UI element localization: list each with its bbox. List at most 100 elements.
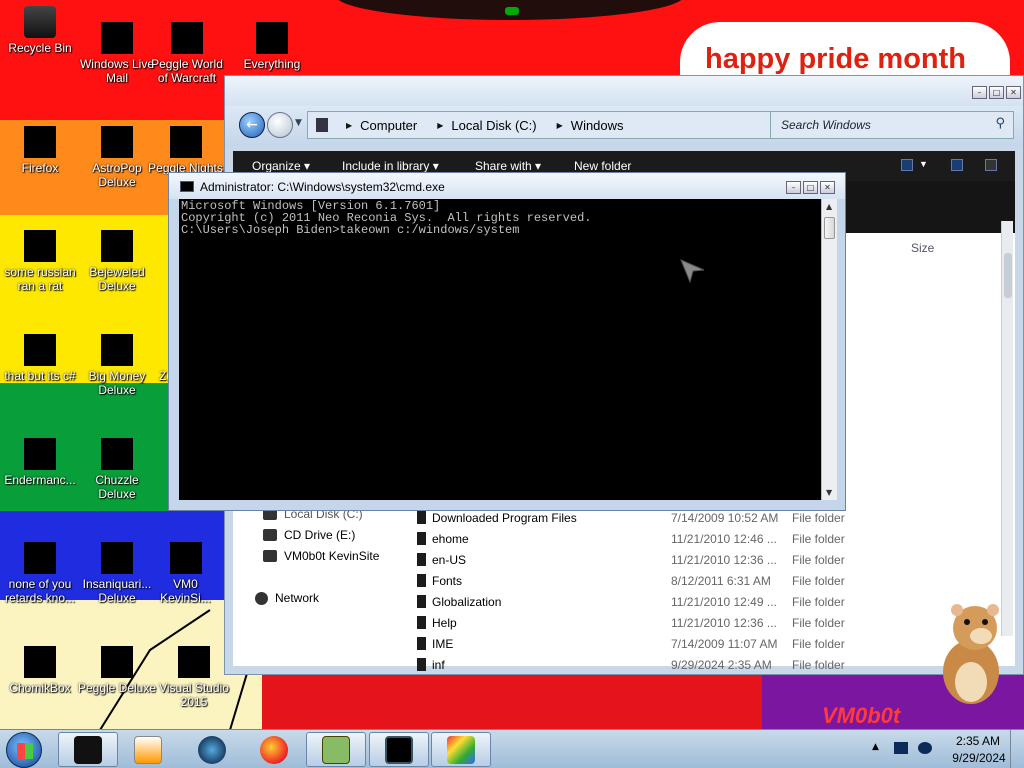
chevron-right-icon: ▶ [437,120,444,130]
taskbar-item-chomikbox[interactable] [306,732,366,767]
black-box-icon [74,735,102,764]
desktop-icon-astropop[interactable]: AstroPop Deluxe [77,126,157,189]
recent-pages-dropdown[interactable]: ▼ [295,118,302,128]
taskbar-item-cmd[interactable] [369,732,429,767]
show-hidden-icons-button[interactable]: ▲ [872,742,879,752]
file-row[interactable]: Downloaded Program Files 7/14/2009 10:52 … [411,508,1011,529]
share-with-button[interactable]: Share with ▾ [475,159,541,173]
file-row[interactable]: IME 7/14/2009 11:07 AM File folder [411,634,1011,655]
clock-date[interactable]: 9/29/2024 [944,751,1014,765]
breadcrumb-label: Local Disk (C:) [451,117,537,133]
taskbar-item-recycle[interactable] [58,732,118,767]
desktop-icon-windows-live-mail[interactable]: Windows Live Mail [77,22,157,85]
scroll-up-icon[interactable]: ▲ [826,202,832,211]
chevron-right-icon: ▶ [346,120,353,130]
desktop-icon-label: Bejeweled Deluxe [89,265,145,293]
file-row[interactable]: Help 11/21/2010 12:36 ... File folder [411,613,1011,634]
new-folder-button[interactable]: New folder [574,159,631,173]
breadcrumb-label: Windows [570,117,624,133]
peggle-icon [101,646,133,678]
maximize-button[interactable]: □ [803,181,818,194]
program-icon [24,334,56,366]
desktop-icon-vm0-kevinsite[interactable]: VM0 KevinSi... [147,542,224,605]
breadcrumb-local-disk[interactable]: ▶ Local Disk (C:) [427,118,546,133]
file-name: inf [432,658,445,672]
file-row[interactable]: en-US 11/21/2010 12:36 ... File folder [411,550,1011,571]
taskbar-item-globe[interactable] [182,732,242,767]
start-button[interactable] [6,732,42,768]
big-money-icon [101,334,133,366]
desktop-icon-chomikbox[interactable]: ChomikBox [0,646,80,695]
desktop-icon-bejeweled[interactable]: Bejeweled Deluxe [77,230,157,293]
nav-item-vm0b0t-kevinsite[interactable]: VM0b0t KevinSite [263,549,379,563]
scroll-down-icon[interactable]: ▼ [826,488,832,497]
file-date: 9/29/2024 2:35 AM [671,658,772,672]
file-name: en-US [432,553,467,567]
cmd-titlebar[interactable]: Administrator: C:\Windows\system32\cmd.e… [169,173,845,199]
recycle-bin-icon [24,6,56,38]
cmd-window[interactable]: Administrator: C:\Windows\system32\cmd.e… [168,172,846,511]
hamster-icon [943,604,999,704]
folder-icon [417,595,426,608]
folder-icon [417,532,426,545]
scroll-thumb[interactable] [824,217,835,239]
organize-button[interactable]: Organize ▾ [252,159,310,173]
maximize-button[interactable]: □ [989,86,1004,99]
preview-pane-icon[interactable] [951,159,963,171]
search-app-icon [256,22,288,54]
desktop-icon-peggle-deluxe[interactable]: Peggle Deluxe [77,646,157,695]
console-line: C:\Users\Joseph Biden>takeown c:/windows… [181,223,520,237]
taskbar-item-paint[interactable] [431,732,491,767]
desktop-icon-endermanch[interactable]: Endermanc... [0,438,80,487]
display-icon[interactable] [894,742,908,754]
desktop-icon-firefox[interactable]: Firefox [0,126,80,175]
firefox-icon [260,735,288,764]
firefox-icon [24,126,56,158]
breadcrumb-windows[interactable]: ▶ Windows [547,118,634,133]
search-input[interactable]: Search Windows ⚲ [770,111,1014,139]
console-scrollbar[interactable]: ▲ ▼ [821,199,837,500]
cmd-title-text: Administrator: C:\Windows\system32\cmd.e… [200,180,445,194]
breadcrumb-computer[interactable]: ▶ Computer [336,118,427,133]
desktop-icon-label: Endermanc... [4,473,76,487]
nav-label: CD Drive (E:) [284,528,356,542]
close-button[interactable]: ✕ [1006,86,1021,99]
minimize-button[interactable]: – [972,86,987,99]
view-dropdown-icon[interactable]: ▼ [919,159,928,169]
nav-item-cd-drive[interactable]: CD Drive (E:) [263,528,355,542]
minimize-button[interactable]: – [786,181,801,194]
desktop-icon-peggle-nights[interactable]: Peggle Nights [147,126,224,175]
close-button[interactable]: ✕ [820,181,835,194]
taskbar-item-firefox[interactable] [244,732,304,767]
desktop-icon-visual-studio[interactable]: Visual Studio 2015 [154,646,234,709]
forward-button[interactable] [267,112,293,138]
volume-icon[interactable] [918,742,932,754]
size-column-header[interactable]: Size [911,241,934,255]
taskbar-item-media-player[interactable] [118,732,178,767]
file-row[interactable]: ehome 11/21/2010 12:46 ... File folder [411,529,1011,550]
desktop-icon-that-but-csharp[interactable]: that but its c# [0,334,80,383]
desktop-icon-chuzzle[interactable]: Chuzzle Deluxe [77,438,157,501]
wallpaper-brand-text: VM0b0t [822,703,901,728]
file-row[interactable]: inf 9/29/2024 2:35 AM File folder [411,655,1011,676]
desktop-icon-none-of-you[interactable]: none of you retards kno... [0,542,80,605]
desktop-icon-peggle-wow[interactable]: Peggle World of Warcraft [147,22,227,85]
desktop-icon-label: VM0 KevinSi... [160,577,211,605]
help-icon[interactable] [985,159,997,171]
desktop-icon-big-money[interactable]: Big Money Deluxe [77,334,157,397]
view-options-icon[interactable] [901,159,913,171]
file-row[interactable]: Fonts 8/12/2011 6:31 AM File folder [411,571,1011,592]
desktop-icon-insaniquarium[interactable]: Insaniquari... Deluxe [77,542,157,605]
nav-item-network[interactable]: Network [255,591,319,605]
show-desktop-button[interactable] [1010,730,1024,768]
file-row[interactable]: Globalization 11/21/2010 12:49 ... File fo… [411,592,1011,613]
back-button[interactable]: ← [239,112,265,138]
clock-time[interactable]: 2:35 AM [950,734,1006,748]
folder-icon [417,637,426,650]
desktop-icon-everything[interactable]: Everything [232,22,312,71]
desktop-icon-recycle-bin[interactable]: Recycle Bin [0,6,80,55]
explorer-titlebar[interactable]: – □ ✕ [225,76,1023,106]
desktop-icon-some-russian[interactable]: some russian ran a rat [0,230,80,293]
console-output[interactable]: Microsoft Windows [Version 6.1.7601] Cop… [179,199,821,500]
include-in-library-button[interactable]: Include in library ▾ [342,159,439,173]
